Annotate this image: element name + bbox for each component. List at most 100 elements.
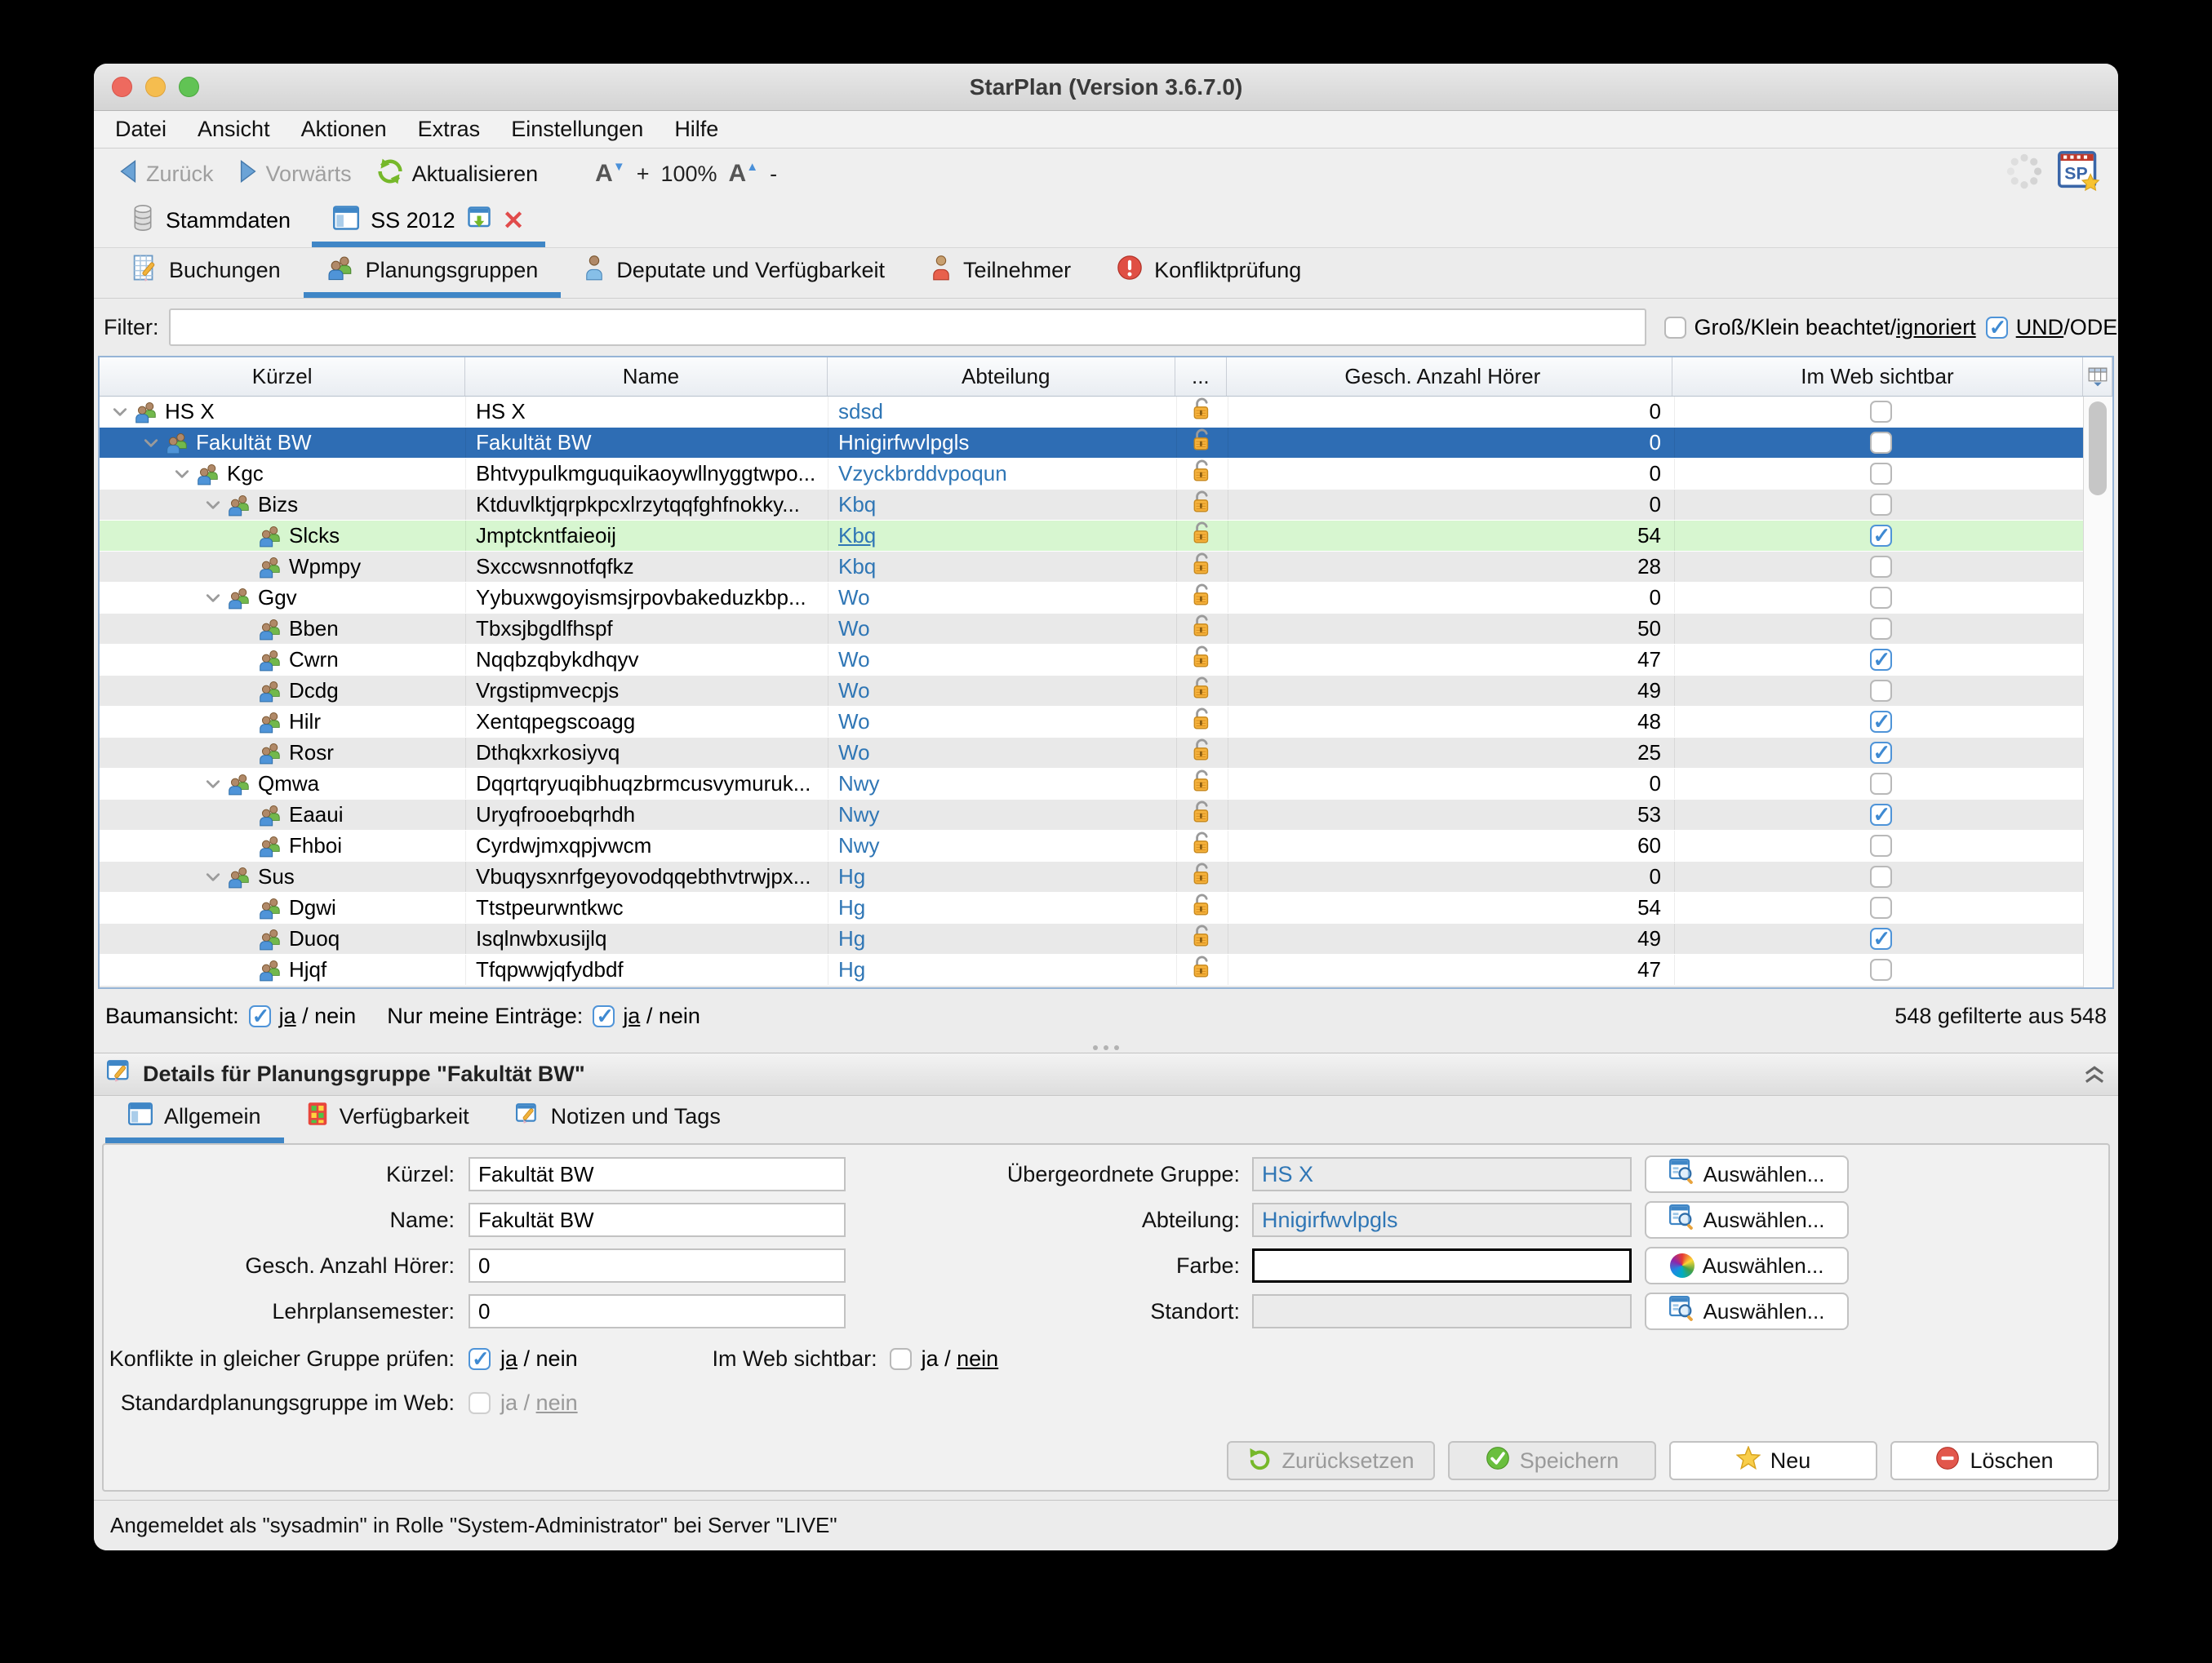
col-kuerzel[interactable]: Kürzel [100, 357, 466, 396]
table-row[interactable]: Slcks Jmptckntfaieoij Kbq 54 [100, 521, 2086, 552]
table-row[interactable]: HS X HS X sdsd 0 [100, 397, 2086, 428]
col-name[interactable]: Name [465, 357, 828, 396]
tab-teilnehmer[interactable]: Teilnehmer [908, 248, 1094, 298]
table-row[interactable]: Qmwa Dqqrtqryuqibhuqzbrmcusvymuruk... Nw… [100, 769, 2086, 800]
col-hoerer[interactable]: Gesch. Anzahl Hörer [1227, 357, 1672, 396]
web-visible-checkbox[interactable] [1869, 618, 1892, 640]
detach-window-icon[interactable] [467, 206, 491, 236]
expand-arrow-icon[interactable] [199, 500, 227, 510]
row-abteilung-link[interactable]: Wo [838, 585, 870, 610]
and-or-checkbox[interactable] [1985, 315, 2008, 340]
row-abteilung-link[interactable]: Hg [838, 864, 865, 889]
table-row[interactable]: Wpmpy Sxccwsnnotfqfkz Kbq 28 [100, 552, 2086, 583]
table-row[interactable]: Duoq Isqlnwbxusijlq Hg 49 [100, 924, 2086, 955]
web-visible-checkbox[interactable] [1869, 463, 1892, 485]
row-abteilung-link[interactable]: Nwy [838, 771, 880, 796]
menu-item[interactable]: Aktionen [301, 117, 387, 142]
menu-item[interactable]: Extras [418, 117, 481, 142]
tab-deputate[interactable]: Deputate und Verfügbarkeit [561, 248, 908, 298]
menu-item[interactable]: Einstellungen [511, 117, 643, 142]
web-visible-checkbox[interactable] [1869, 740, 1892, 765]
row-abteilung-link[interactable]: Nwy [838, 833, 880, 858]
new-button[interactable]: Neu [1669, 1441, 1877, 1480]
imweb-checkbox[interactable] [889, 1347, 912, 1370]
row-abteilung-link[interactable]: Nwy [838, 802, 880, 827]
konflikte-checkbox[interactable] [469, 1346, 491, 1372]
forward-button[interactable]: Vorwärts [238, 159, 352, 188]
web-visible-checkbox[interactable] [1869, 802, 1892, 827]
col-lock[interactable]: ... [1175, 357, 1227, 396]
col-web[interactable]: Im Web sichtbar [1672, 357, 2084, 396]
choose-parent-group-button[interactable]: Auswählen... [1645, 1155, 1849, 1193]
web-visible-checkbox[interactable] [1869, 959, 1892, 981]
close-tab-icon[interactable]: ✕ [503, 205, 525, 236]
col-abteilung[interactable]: Abteilung [828, 357, 1175, 396]
row-abteilung-link[interactable]: Wo [838, 740, 870, 765]
row-abteilung-link[interactable]: Hg [838, 957, 865, 982]
tree-view-checkbox[interactable] [248, 1004, 271, 1029]
web-visible-checkbox[interactable] [1869, 556, 1892, 578]
scrollbar-thumb[interactable] [2089, 401, 2107, 495]
tab-notizen-tags[interactable]: Notizen und Tags [492, 1096, 744, 1143]
table-row[interactable]: Fakultät BW Fakultät BW Hnigirfwvlpgls 0 [100, 428, 2086, 459]
expand-arrow-icon[interactable] [199, 872, 227, 882]
row-abteilung-link[interactable]: Wo [838, 709, 870, 734]
back-button[interactable]: Zurück [118, 159, 214, 188]
tab-planungsgruppen[interactable]: Planungsgruppen [303, 248, 562, 298]
tree-view-yes[interactable]: ja [279, 1004, 296, 1028]
expand-arrow-icon[interactable] [137, 438, 165, 448]
filter-input[interactable] [168, 308, 1646, 346]
font-smaller-icon[interactable]: A▼ [595, 160, 625, 188]
refresh-button[interactable]: Aktualisieren [376, 157, 538, 191]
hoerer-field[interactable] [469, 1248, 846, 1283]
choose-farbe-button[interactable]: Auswählen... [1645, 1247, 1849, 1284]
row-abteilung-link[interactable]: Kbq [838, 492, 876, 517]
tab-allgemein[interactable]: Allgemein [105, 1096, 284, 1143]
font-larger-icon[interactable]: A▲ [729, 160, 759, 188]
tab-buchungen[interactable]: Buchungen [110, 248, 304, 298]
web-visible-checkbox[interactable] [1869, 523, 1892, 548]
row-abteilung-link[interactable]: Hg [838, 926, 865, 951]
choose-abteilung-button[interactable]: Auswählen... [1645, 1201, 1849, 1239]
panel-splitter-handle[interactable] [94, 1043, 2118, 1053]
row-abteilung-link[interactable]: Kbq [838, 523, 876, 548]
table-config-icon[interactable] [2083, 357, 2112, 396]
table-row[interactable]: Rosr Dthqkxrkosiyvq Wo 25 [100, 738, 2086, 769]
web-visible-checkbox[interactable] [1869, 401, 1892, 423]
table-row[interactable]: Bben Tbxsjbgdlfhspf Wo 50 [100, 614, 2086, 645]
save-button[interactable]: Speichern [1448, 1441, 1656, 1480]
row-abteilung-link[interactable]: Vzyckbrddvpoqun [838, 461, 1007, 486]
zoom-plus-label[interactable]: + [637, 162, 650, 187]
imweb-yes[interactable]: ja / [922, 1346, 951, 1371]
row-abteilung-link[interactable]: Wo [838, 616, 870, 641]
case-link[interactable]: ignoriert [1896, 315, 1976, 339]
choose-standort-button[interactable]: Auswählen... [1645, 1293, 1849, 1330]
andor-link[interactable]: UND [2016, 315, 2064, 339]
web-visible-checkbox[interactable] [1869, 835, 1892, 857]
tab-ss-2012[interactable]: SS 2012 ✕ [312, 199, 546, 247]
expand-arrow-icon[interactable] [199, 779, 227, 789]
semester-field[interactable] [469, 1294, 846, 1328]
table-row[interactable]: Sus Vbuqysxnrfgeyovodqqebthvtrwjpx... Hg… [100, 862, 2086, 893]
table-row[interactable]: Cwrn Nqqbzqbykdhqyv Wo 47 [100, 645, 2086, 676]
my-entries-yes[interactable]: ja [623, 1004, 640, 1028]
table-row[interactable]: Ggv Yybuxwgoyismsjrpovbakeduzkbp... Wo 0 [100, 583, 2086, 614]
table-row[interactable]: Fhboi Cyrdwjmxqpjvwcm Nwy 60 [100, 831, 2086, 862]
expand-arrow-icon[interactable] [106, 407, 134, 417]
web-visible-checkbox[interactable] [1869, 897, 1892, 919]
table-row[interactable]: Hilr Xentqpegscoagg Wo 48 [100, 707, 2086, 738]
web-visible-checkbox[interactable] [1869, 494, 1892, 516]
row-abteilung-link[interactable]: Hnigirfwvlpgls [838, 430, 969, 455]
name-field[interactable] [469, 1203, 846, 1237]
tab-verfuegbarkeit[interactable]: Verfügbarkeit [284, 1096, 492, 1143]
standard-checkbox[interactable] [469, 1391, 491, 1414]
menu-item[interactable]: Hilfe [674, 117, 718, 142]
reset-button[interactable]: Zurücksetzen [1227, 1441, 1435, 1480]
vertical-scrollbar[interactable] [2083, 397, 2112, 987]
zoom-minus-label[interactable]: - [770, 162, 777, 187]
farbe-field[interactable] [1252, 1248, 1632, 1283]
table-row[interactable]: Kgc Bhtvypulkmguquikaoywllnyggtwpo... Vz… [100, 459, 2086, 490]
konflikte-yes[interactable]: ja [500, 1346, 517, 1371]
tab-stammdaten[interactable]: Stammdaten [110, 199, 312, 247]
row-abteilung-link[interactable]: Kbq [838, 554, 876, 579]
